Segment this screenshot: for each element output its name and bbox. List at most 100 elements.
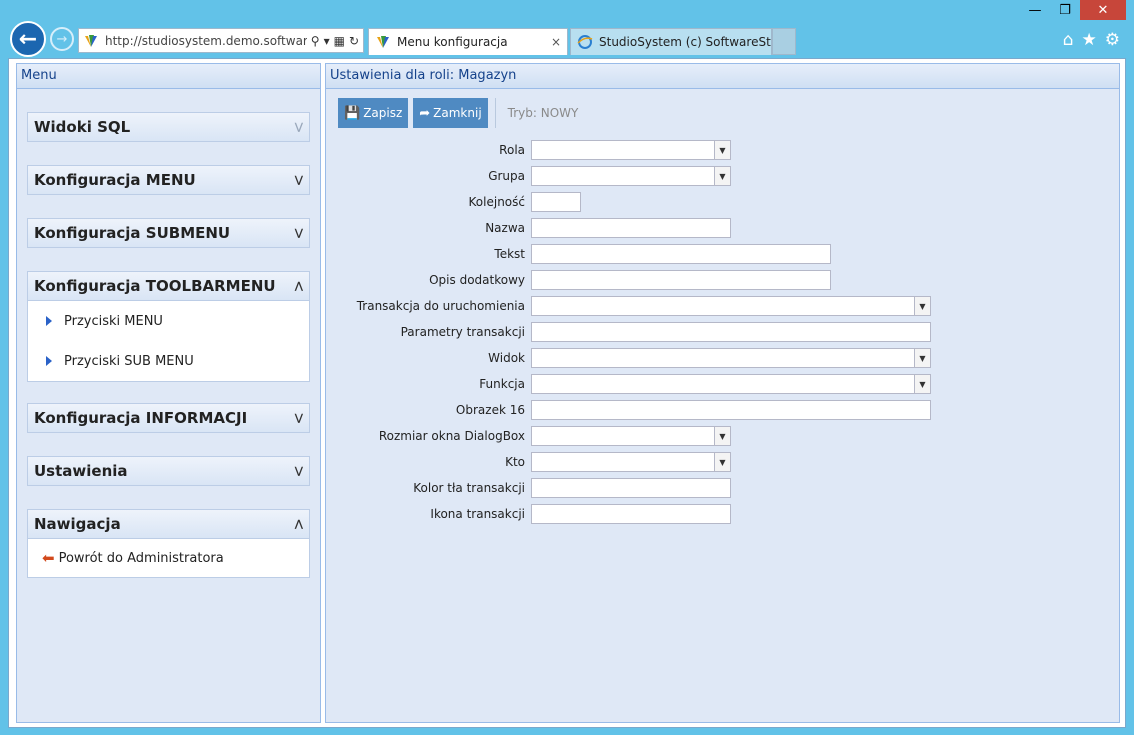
form-row-grupa: Grupa ▼ — [326, 166, 731, 186]
field-label: Widok — [488, 351, 525, 365]
forward-arrow-icon: → — [56, 31, 68, 47]
funkcja-select[interactable]: ▼ — [531, 374, 931, 394]
gear-icon[interactable]: ⚙ — [1105, 30, 1120, 50]
menu-item-powrot-do-administratora[interactable]: ⬅ Powrót do Administratora — [28, 539, 309, 577]
field-label: Kto — [505, 455, 525, 469]
dropdown-icon[interactable]: ▾ — [324, 34, 330, 48]
section-header[interactable]: Konfiguracja INFORMACJI ⋁ — [27, 403, 310, 433]
chevron-up-icon[interactable]: ⋀ — [295, 519, 303, 530]
section-konfiguracja-menu[interactable]: Konfiguracja MENU ⋁ — [27, 165, 310, 195]
field-label: Ikona transakcji — [430, 507, 525, 521]
window-controls: — ❐ ✕ — [1020, 0, 1126, 20]
back-arrow-icon: ⬅ — [42, 549, 55, 567]
dropdown-arrow-icon[interactable]: ▼ — [914, 349, 930, 367]
section-header[interactable]: Ustawienia ⋁ — [27, 456, 310, 486]
browser-chrome: — ❐ ✕ ← → http://studiosystem.demo.softw… — [0, 0, 1134, 58]
restore-button[interactable]: ❐ — [1050, 0, 1080, 20]
home-icon[interactable]: ⌂ — [1063, 30, 1074, 50]
dropdown-arrow-icon[interactable]: ▼ — [914, 375, 930, 393]
refresh-icon[interactable]: ↻ — [349, 34, 359, 48]
field-label: Nazwa — [485, 221, 525, 235]
opis-dodatkowy-input[interactable] — [531, 270, 831, 290]
dropdown-arrow-icon[interactable]: ▼ — [714, 427, 730, 445]
settings-panel: Ustawienia dla roli: Magazyn 💾 Zapisz ➦ … — [325, 63, 1120, 723]
chevron-down-icon[interactable]: ⋁ — [295, 466, 303, 477]
chevron-down-icon[interactable]: ⋁ — [295, 413, 303, 424]
forward-button[interactable]: → — [50, 27, 74, 51]
page-content: Menu Widoki SQL ⋁ Konfiguracja MENU ⋁ Ko… — [8, 58, 1126, 728]
address-bar[interactable]: http://studiosystem.demo.softwar... ⚲ ▾ … — [78, 28, 364, 53]
kolor-tla-input[interactable] — [531, 478, 731, 498]
tab-menu-konfiguracja[interactable]: Menu konfiguracja × — [368, 28, 568, 55]
dropdown-arrow-icon[interactable]: ▼ — [914, 297, 930, 315]
exit-icon: ➦ — [419, 105, 431, 121]
floppy-disk-icon: 💾 — [344, 105, 361, 121]
chevron-up-icon[interactable]: ⋀ — [295, 281, 303, 292]
chevron-down-icon[interactable]: ⋁ — [295, 228, 303, 239]
star-icon[interactable]: ★ — [1082, 30, 1097, 50]
obrazek-16-input[interactable] — [531, 400, 931, 420]
ikona-transakcji-input[interactable] — [531, 504, 731, 524]
section-konfiguracja-toolbarmenu[interactable]: Konfiguracja TOOLBARMENU ⋀ Przyciski MEN… — [27, 271, 310, 382]
widok-select[interactable]: ▼ — [531, 348, 931, 368]
back-arrow-icon: ← — [18, 26, 38, 52]
parametry-transakcji-input[interactable] — [531, 322, 931, 342]
section-widoki-sql[interactable]: Widoki SQL ⋁ — [27, 112, 310, 142]
section-ustawienia[interactable]: Ustawienia ⋁ — [27, 456, 310, 486]
chevron-down-icon[interactable]: ⋁ — [295, 122, 303, 133]
rola-select[interactable]: ▼ — [531, 140, 731, 160]
section-header[interactable]: Widoki SQL ⋁ — [27, 112, 310, 142]
close-button[interactable]: ➦ Zamknij — [413, 98, 488, 128]
section-header[interactable]: Nawigacja ⋀ — [27, 509, 310, 539]
transakcja-select[interactable]: ▼ — [531, 296, 931, 316]
form-toolbar: 💾 Zapisz ➦ Zamknij Tryb: NOWY — [338, 98, 578, 128]
back-button[interactable]: ← — [10, 21, 46, 57]
dropdown-arrow-icon[interactable]: ▼ — [714, 167, 730, 185]
form-row-kto: Kto ▼ — [326, 452, 731, 472]
dropdown-arrow-icon[interactable]: ▼ — [714, 141, 730, 159]
form-row-kolor-tla: Kolor tła transakcji — [326, 478, 731, 498]
field-label: Kolejność — [468, 195, 525, 209]
form-row-tekst: Tekst — [326, 244, 831, 264]
tekst-input[interactable] — [531, 244, 831, 264]
section-header[interactable]: Konfiguracja TOOLBARMENU ⋀ — [27, 271, 310, 301]
field-label: Kolor tła transakcji — [413, 481, 525, 495]
section-header[interactable]: Konfiguracja MENU ⋁ — [27, 165, 310, 195]
close-window-button[interactable]: ✕ — [1080, 0, 1126, 20]
form-row-nazwa: Nazwa — [326, 218, 731, 238]
section-header[interactable]: Konfiguracja SUBMENU ⋁ — [27, 218, 310, 248]
address-text[interactable]: http://studiosystem.demo.softwar... — [105, 34, 307, 48]
search-icon[interactable]: ⚲ — [311, 34, 320, 48]
tab-studiosystem[interactable]: StudioSystem (c) SoftwareStud... — [570, 28, 772, 55]
section-nawigacja[interactable]: Nawigacja ⋀ ⬅ Powrót do Administratora — [27, 509, 310, 578]
form-row-parametry-transakcji: Parametry transakcji — [326, 322, 931, 342]
settings-panel-title: Ustawienia dla roli: Magazyn — [326, 64, 1119, 89]
close-tab-icon[interactable]: × — [551, 35, 561, 49]
triangle-right-icon — [46, 356, 52, 366]
dropdown-arrow-icon[interactable]: ▼ — [714, 453, 730, 471]
field-label: Rozmiar okna DialogBox — [378, 429, 525, 443]
kolejnosc-input[interactable] — [531, 192, 581, 212]
kto-select[interactable]: ▼ — [531, 452, 731, 472]
ie-icon — [577, 35, 593, 49]
section-konfiguracja-submenu[interactable]: Konfiguracja SUBMENU ⋁ — [27, 218, 310, 248]
rozmiar-okna-select[interactable]: ▼ — [531, 426, 731, 446]
section-konfiguracja-informacji[interactable]: Konfiguracja INFORMACJI ⋁ — [27, 403, 310, 433]
field-label: Rola — [499, 143, 525, 157]
menu-item-przyciski-menu[interactable]: Przyciski MENU — [28, 301, 309, 341]
nazwa-input[interactable] — [531, 218, 731, 238]
field-label: Parametry transakcji — [400, 325, 525, 339]
field-label: Tekst — [494, 247, 525, 261]
form-row-opis-dodatkowy: Opis dodatkowy — [326, 270, 831, 290]
site-favicon-icon — [85, 34, 97, 47]
menu-item-przyciski-sub-menu[interactable]: Przyciski SUB MENU — [28, 341, 309, 381]
compatibility-icon[interactable]: ▦ — [334, 34, 345, 48]
chevron-down-icon[interactable]: ⋁ — [295, 175, 303, 186]
new-tab-button[interactable] — [772, 28, 796, 55]
grupa-select[interactable]: ▼ — [531, 166, 731, 186]
mode-status: Tryb: NOWY — [507, 106, 579, 120]
minimize-button[interactable]: — — [1020, 0, 1050, 20]
save-button[interactable]: 💾 Zapisz — [338, 98, 409, 128]
form-row-widok: Widok ▼ — [326, 348, 931, 368]
menu-panel-title: Menu — [17, 64, 320, 89]
